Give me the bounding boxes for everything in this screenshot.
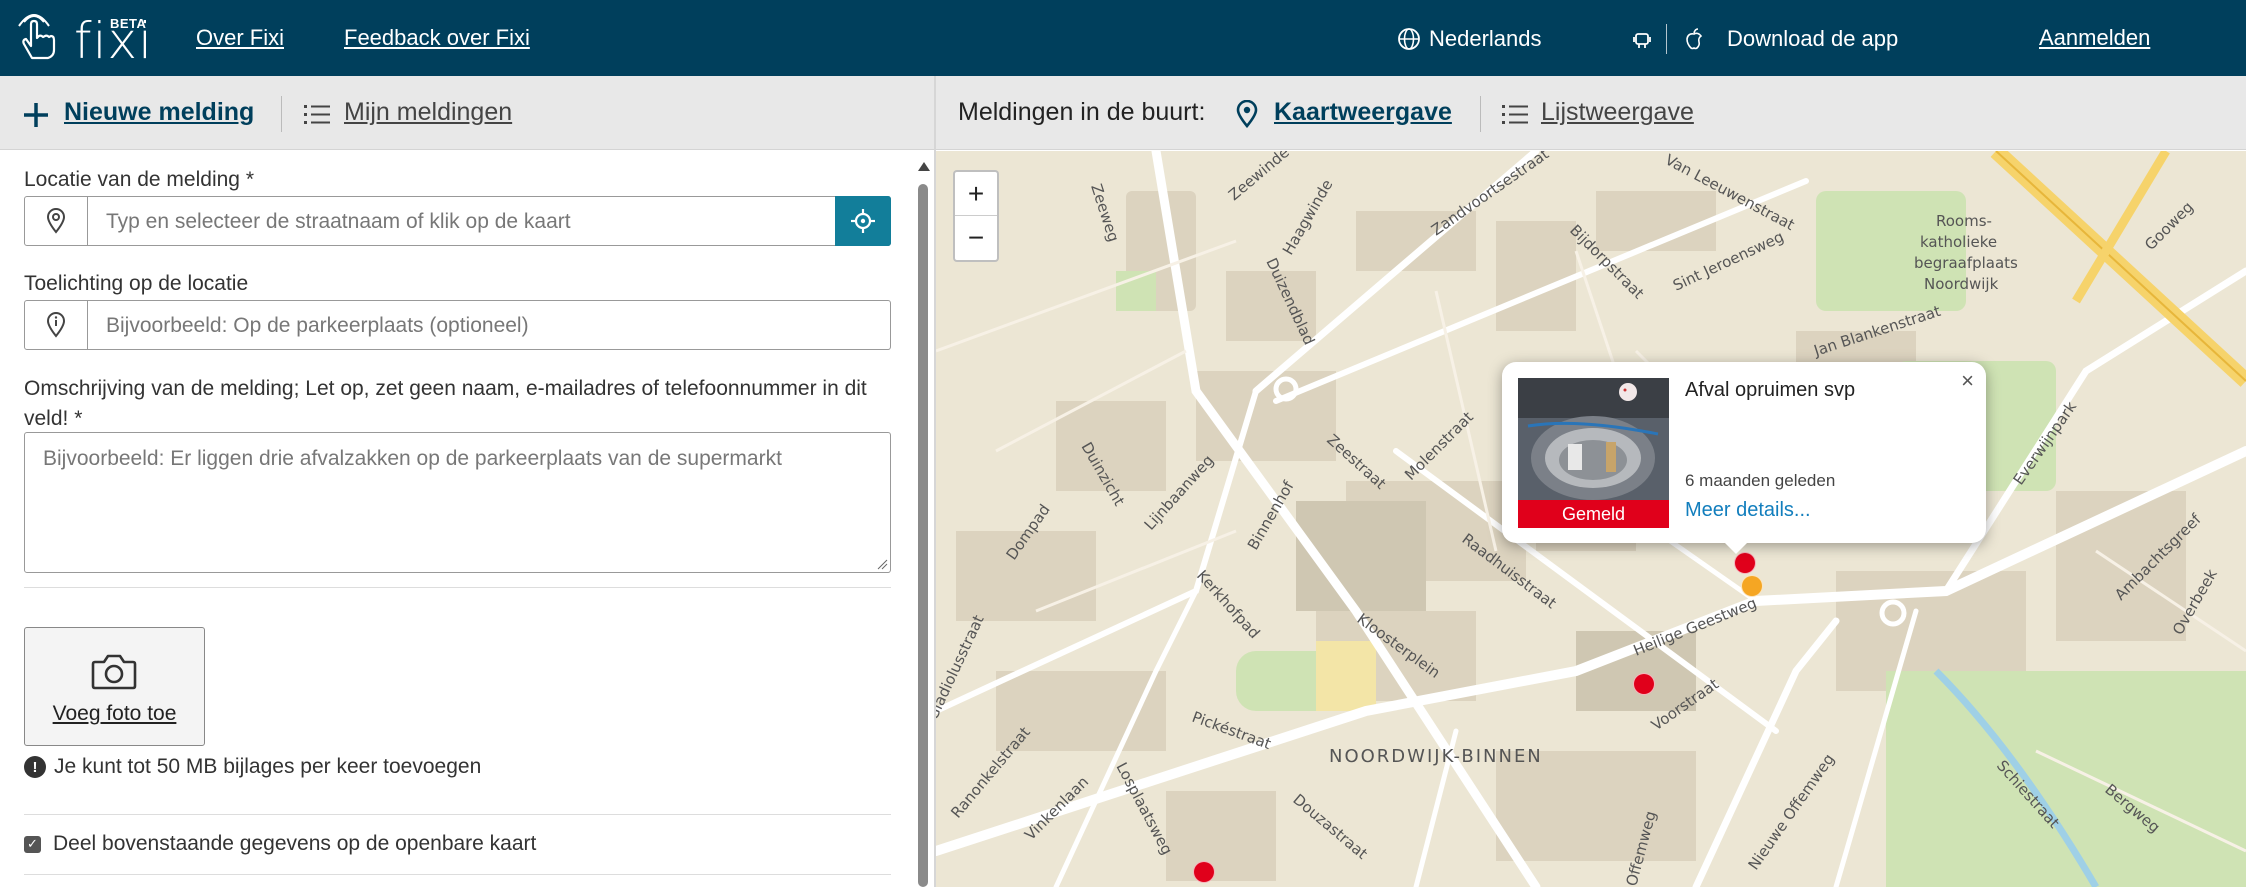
list-icon <box>304 105 330 124</box>
svg-text:Noordwijk: Noordwijk <box>1924 275 1999 293</box>
zoom-out-button[interactable]: − <box>955 216 997 260</box>
location-placeholder: Typ en selecteer de straatnaam of klik o… <box>106 210 571 233</box>
share-checkbox[interactable]: ✓ <box>24 835 41 853</box>
action-bar: Nieuwe melding Mijn meldingen Meldingen … <box>0 76 2246 150</box>
svg-text:begraafplaats: begraafplaats <box>1914 254 2018 272</box>
location-note-prefix <box>25 301 88 349</box>
zoom-control: + − <box>953 170 999 262</box>
map-pin-icon <box>46 208 66 234</box>
report-title: Afval opruimen svp <box>1685 379 1856 401</box>
info-pin-icon <box>46 312 66 338</box>
language-selector[interactable]: Nederlands <box>1429 26 1542 52</box>
report-popup: Gemeld Afval opruimen svp 6 maanden gele… <box>1502 362 1986 554</box>
report-form: Locatie van de melding * Typ en selectee… <box>0 151 934 887</box>
apple-icon[interactable] <box>1685 28 1703 50</box>
location-note-placeholder: Bijvoorbeeld: Op de parkeerplaats (optio… <box>106 314 529 337</box>
resize-handle-icon[interactable] <box>876 558 888 570</box>
new-report-link[interactable]: Nieuwe melding <box>64 98 254 127</box>
svg-text:Gooweg: Gooweg <box>2141 198 2197 254</box>
form-scrollbar[interactable] <box>916 162 930 887</box>
my-reports-link[interactable]: Mijn meldingen <box>344 98 512 127</box>
scroll-up-arrow[interactable] <box>918 162 930 171</box>
svg-text:Zeeweg: Zeeweg <box>1087 182 1123 244</box>
hand-pointer-icon <box>18 14 56 60</box>
list-icon <box>1502 105 1528 124</box>
separator <box>1480 96 1481 132</box>
globe-icon <box>1398 28 1420 50</box>
divider <box>24 814 891 815</box>
popup-tip <box>1724 542 1748 554</box>
attachment-note: ! Je kunt tot 50 MB bijlages per keer to… <box>24 755 481 779</box>
svg-text:Molenstraat: Molenstraat <box>1401 408 1477 484</box>
map-pin-icon <box>1236 100 1258 128</box>
svg-text:Gladiolusstraat: Gladiolusstraat <box>936 612 988 723</box>
crosshair-icon <box>851 209 875 233</box>
divider <box>24 874 891 875</box>
report-marker[interactable] <box>1633 673 1655 695</box>
attachment-note-text: Je kunt tot 50 MB bijlages per keer toev… <box>54 755 482 778</box>
svg-text:Douzastraat: Douzastraat <box>1289 790 1371 863</box>
svg-text:Haagwinde: Haagwinde <box>1279 176 1337 258</box>
more-details-link[interactable]: Meer details... <box>1685 499 1811 522</box>
svg-text:Rooms-: Rooms- <box>1936 212 1992 230</box>
nav-link-over-fixi[interactable]: Over Fixi <box>196 25 284 51</box>
svg-text:Nieuwe Offemweg: Nieuwe Offemweg <box>1745 750 1839 873</box>
location-note-label: Toelichting op de locatie <box>24 272 249 295</box>
svg-text:Ranonkelstraat: Ranonkelstraat <box>947 723 1034 821</box>
map-view-tab[interactable]: Kaartweergave <box>1274 98 1452 127</box>
zoom-in-button[interactable]: + <box>955 172 997 216</box>
plus-icon <box>24 103 48 127</box>
separator <box>281 96 282 132</box>
description-textarea[interactable]: Bijvoorbeeld: Er liggen drie afvalzakken… <box>24 432 891 573</box>
add-photo-label: Voeg foto toe <box>52 702 177 725</box>
report-photo[interactable]: Gemeld <box>1518 378 1669 528</box>
status-badge: Gemeld <box>1518 500 1669 528</box>
nearby-reports-label: Meldingen in de buurt: <box>958 98 1206 126</box>
add-photo-button[interactable]: Voeg foto toe <box>24 627 205 746</box>
svg-text:Zeewinde: Zeewinde <box>1225 151 1293 204</box>
beta-badge: BETA <box>110 16 147 31</box>
location-prefix <box>25 197 88 245</box>
download-app-link[interactable]: Download de app <box>1727 26 1898 52</box>
district-label: NOORDWIJK-BINNEN <box>1329 746 1543 767</box>
location-note-input[interactable]: Bijvoorbeeld: Op de parkeerplaats (optio… <box>24 300 891 350</box>
app-icon-separator <box>1666 24 1667 54</box>
close-icon[interactable]: × <box>1961 368 1974 394</box>
report-age: 6 maanden geleden <box>1685 471 1836 490</box>
svg-text:Kerkhofpad: Kerkhofpad <box>1193 567 1264 642</box>
nav-link-feedback[interactable]: Feedback over Fixi <box>344 25 530 51</box>
description-label: Omschrijving van de melding; Let op, zet… <box>24 377 867 430</box>
description-placeholder: Bijvoorbeeld: Er liggen drie afvalzakken… <box>43 447 782 470</box>
location-input[interactable]: Typ en selecteer de straatnaam of klik o… <box>24 196 891 246</box>
camera-icon <box>91 654 137 690</box>
report-marker[interactable] <box>1741 575 1763 597</box>
share-on-map-option[interactable]: ✓ Deel bovenstaande gegevens op de openb… <box>24 832 536 856</box>
report-marker[interactable] <box>1193 861 1215 883</box>
divider <box>24 587 891 588</box>
current-location-button[interactable] <box>835 196 891 246</box>
map-view[interactable]: Zeeweg Zeewinde Duizendblad Haagwinde Za… <box>936 151 2246 887</box>
list-view-tab[interactable]: Lijstweergave <box>1541 98 1694 127</box>
svg-text:katholieke: katholieke <box>1920 233 1997 251</box>
exclamation-icon: ! <box>24 756 46 778</box>
scroll-thumb[interactable] <box>918 184 928 887</box>
login-link[interactable]: Aanmelden <box>2039 25 2150 51</box>
report-marker-selected[interactable] <box>1734 552 1756 574</box>
fixi-logo[interactable]: fixi BETA <box>14 10 152 66</box>
android-icon[interactable] <box>1633 29 1651 49</box>
svg-text:Pickéstraat: Pickéstraat <box>1190 708 1274 753</box>
location-label: Locatie van de melding * <box>24 168 254 191</box>
share-checkbox-label: Deel bovenstaande gegevens op de openbar… <box>53 832 537 855</box>
top-navigation-bar: fixi BETA Over Fixi Feedback over Fixi N… <box>0 0 2246 76</box>
